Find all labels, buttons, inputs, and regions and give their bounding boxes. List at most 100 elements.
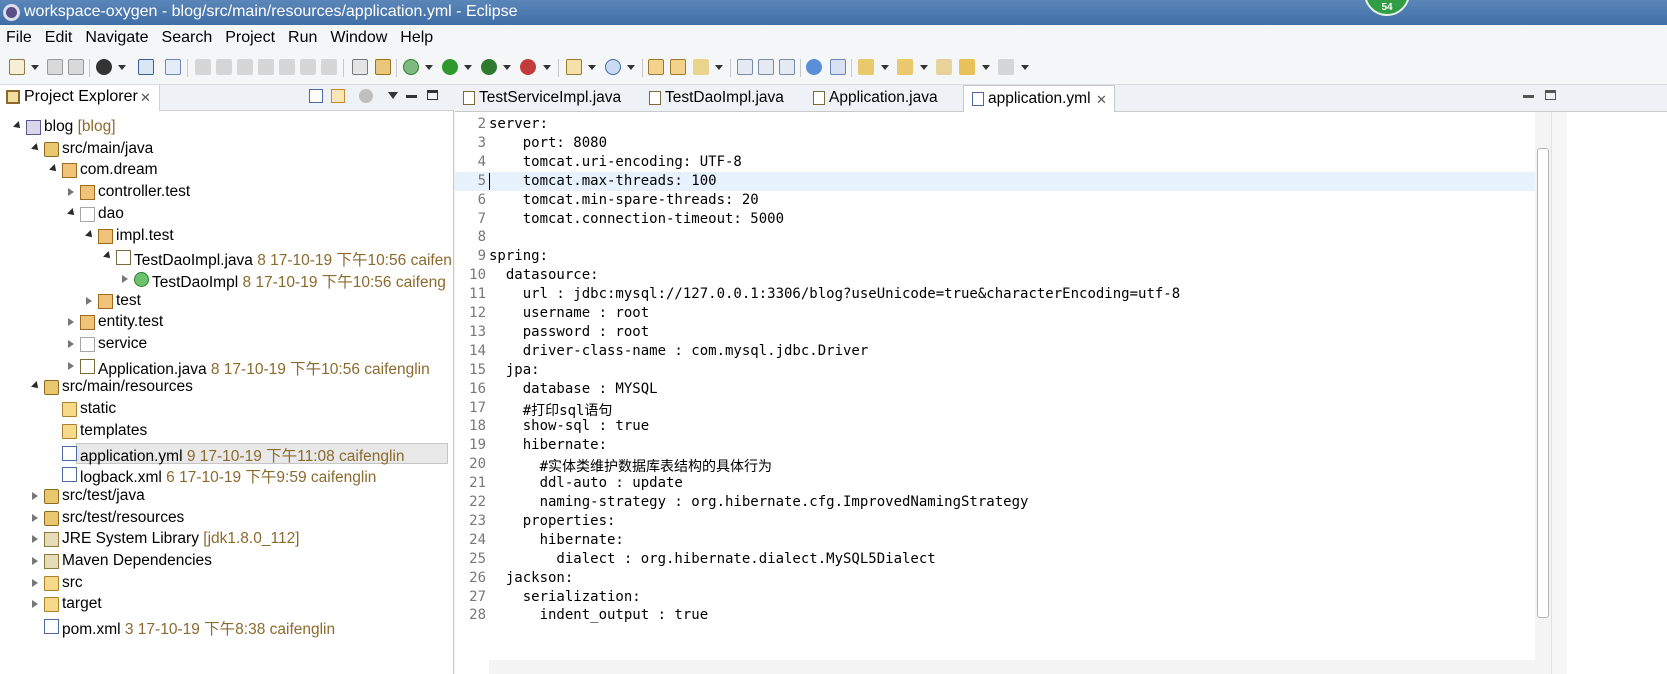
open-type-icon[interactable] [648, 59, 664, 75]
resume-icon[interactable] [195, 59, 211, 75]
tree-row[interactable]: TestDaoImpl.java 8 17-10-19 下午10:56 caif… [0, 247, 453, 269]
back-icon[interactable] [959, 59, 975, 75]
open-folder-icon[interactable] [670, 59, 686, 75]
open-task-dropdown-icon[interactable] [715, 65, 723, 70]
tree-row[interactable]: pom.xml 3 17-10-19 下午8:38 caifenglin [0, 616, 453, 638]
collapse-arrow-icon[interactable] [32, 578, 38, 587]
new-class-dropdown-icon[interactable] [627, 65, 635, 70]
tree-row[interactable]: test [0, 291, 453, 312]
code-line[interactable]: 16 database : MYSQL [455, 380, 1535, 399]
menu-search[interactable]: Search [162, 29, 213, 47]
coverage-dropdown-icon[interactable] [503, 65, 511, 70]
code-line[interactable]: 27 serialization: [455, 588, 1535, 607]
expand-arrow-icon[interactable] [13, 121, 23, 131]
code-line[interactable]: 21 ddl-auto : update [455, 474, 1535, 493]
collapse-arrow-icon[interactable] [68, 318, 74, 327]
external-tools-icon[interactable] [520, 59, 536, 75]
code-line[interactable]: 14 driver-class-name : com.mysql.jdbc.Dr… [455, 342, 1535, 361]
step-over-icon[interactable] [300, 59, 316, 75]
new-icon[interactable] [9, 59, 25, 75]
globe-icon[interactable] [806, 59, 822, 75]
horizontal-scrollbar[interactable] [489, 660, 1535, 674]
collapse-arrow-icon[interactable] [68, 188, 74, 197]
tab-testdaoimpl-java[interactable]: TestDaoImpl.java [641, 85, 803, 112]
tree-row[interactable]: static [0, 399, 453, 420]
focus-on-active-task-icon[interactable] [359, 89, 373, 103]
console-icon[interactable] [138, 59, 154, 75]
collapse-arrow-icon[interactable] [86, 296, 92, 305]
code-line[interactable]: 9 spring: [455, 247, 1535, 266]
tree-row[interactable]: src/main/resources [0, 377, 453, 398]
collapse-arrow-icon[interactable] [68, 340, 74, 348]
terminate-icon[interactable] [237, 59, 253, 75]
save-icon[interactable] [47, 59, 63, 75]
toggle-mark-occurrences-icon[interactable] [737, 59, 753, 75]
show-whitespace-icon[interactable] [779, 59, 795, 75]
code-line[interactable]: 2 server: [455, 115, 1535, 134]
notification-badge[interactable]: 54 [1364, 0, 1410, 16]
menu-navigate[interactable]: Navigate [85, 29, 148, 47]
previous-annotation-icon[interactable] [897, 59, 913, 75]
code-line[interactable]: 13 password : root [455, 323, 1535, 342]
tree-row[interactable]: dao [0, 204, 453, 225]
new-dropdown-icon[interactable] [31, 65, 39, 70]
disconnect-icon[interactable] [258, 59, 274, 75]
menu-window[interactable]: Window [330, 29, 387, 47]
code-line[interactable]: 15 jpa: [455, 361, 1535, 380]
save-all-icon[interactable] [68, 59, 84, 75]
step-into-icon[interactable] [279, 59, 295, 75]
code-line[interactable]: 22 naming-strategy : org.hibernate.cfg.I… [455, 493, 1535, 512]
suspend-icon[interactable] [216, 59, 232, 75]
step-return-icon[interactable] [321, 59, 337, 75]
code-line[interactable]: 8 [455, 228, 1535, 247]
tree-row[interactable]: logback.xml 6 17-10-19 下午9:59 caifenglin [0, 464, 453, 486]
code-line[interactable]: 23 properties: [455, 512, 1535, 531]
collapse-arrow-icon[interactable] [122, 274, 128, 283]
collapse-arrow-icon[interactable] [32, 600, 38, 609]
menu-project[interactable]: Project [225, 29, 275, 47]
tab-project-explorer[interactable]: Project Explorer ✕ [0, 85, 160, 111]
new-class-icon[interactable] [605, 59, 621, 75]
new-java-project-icon[interactable] [566, 59, 582, 75]
tree-row[interactable]: src/test/resources [0, 508, 453, 529]
tree-row[interactable]: entity.test [0, 312, 453, 333]
close-icon[interactable]: ✕ [140, 90, 151, 106]
run-icon[interactable] [442, 59, 458, 75]
next-annotation-dropdown-icon[interactable] [881, 65, 889, 70]
use-step-filters-icon[interactable] [352, 59, 368, 75]
code-line[interactable]: 17 #打印sql语句 [455, 399, 1535, 419]
tree-row[interactable]: TestDaoImpl 8 17-10-19 下午10:56 caifeng [0, 269, 453, 291]
code-line[interactable]: 10 datasource: [455, 266, 1535, 285]
tree-row[interactable]: service [0, 334, 453, 355]
back-dropdown-icon[interactable] [982, 65, 990, 70]
search-icon[interactable] [830, 59, 846, 75]
collapse-arrow-icon[interactable] [32, 557, 38, 565]
tree-row[interactable]: target [0, 594, 453, 615]
tree-row[interactable]: Application.java 8 17-10-19 下午10:56 caif… [0, 356, 453, 378]
overview-ruler[interactable] [1551, 112, 1567, 674]
collapse-arrow-icon[interactable] [68, 361, 74, 370]
expand-arrow-icon[interactable] [31, 381, 41, 392]
menu-help[interactable]: Help [400, 29, 433, 47]
external-tools-dropdown-icon[interactable] [543, 65, 551, 70]
skip-breakpoints-icon[interactable] [165, 59, 181, 75]
open-task-icon[interactable] [693, 59, 709, 75]
code-line[interactable]: 19 hibernate: [455, 436, 1535, 455]
maximize-icon[interactable] [1545, 90, 1556, 100]
maximize-icon[interactable] [427, 90, 438, 100]
minimize-icon[interactable] [406, 95, 417, 98]
debug-dropdown-icon[interactable] [425, 65, 433, 70]
code-line[interactable]: 12 username : root [455, 304, 1535, 323]
expand-arrow-icon[interactable] [67, 207, 77, 218]
menu-file[interactable]: File [6, 29, 32, 47]
tree-row[interactable]: src [0, 573, 453, 594]
expand-arrow-icon[interactable] [85, 229, 95, 240]
new-java-project-dropdown-icon[interactable] [588, 65, 596, 70]
tree-row[interactable]: com.dream [0, 160, 453, 181]
menu-run[interactable]: Run [288, 29, 317, 47]
code-line[interactable]: 5 tomcat.max-threads: 100 [455, 171, 1535, 191]
expand-arrow-icon[interactable] [103, 251, 113, 262]
expand-arrow-icon[interactable] [31, 142, 41, 153]
collapse-all-icon[interactable] [309, 89, 323, 103]
tree-row[interactable]: src/main/java [0, 139, 453, 160]
